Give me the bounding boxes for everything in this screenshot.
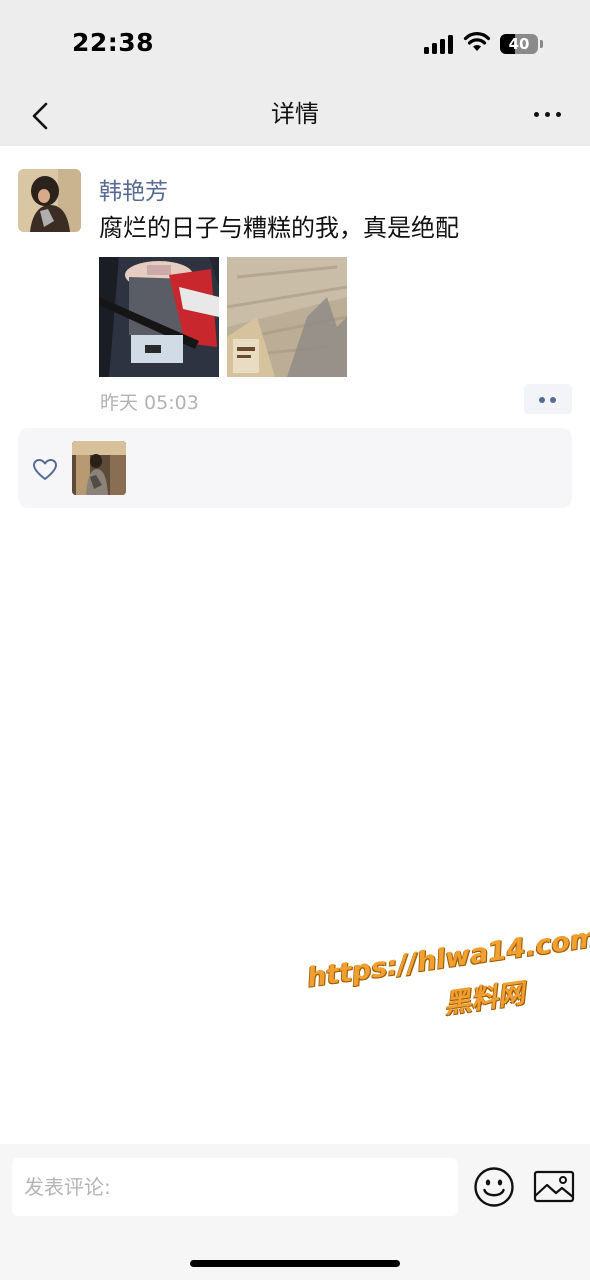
post-text: 腐烂的日子与糟糕的我，真是绝配 — [99, 214, 459, 242]
wifi-icon — [463, 32, 491, 51]
post-photo[interactable] — [99, 257, 219, 377]
post-photo[interactable] — [227, 257, 347, 377]
heart-outline-icon — [33, 459, 57, 480]
battery-percentage: 40 — [508, 35, 530, 53]
watermark: https://hlwa14.com 黑料网 — [304, 915, 590, 1044]
signal-icon — [424, 34, 454, 54]
action-dot — [550, 397, 556, 403]
watermark-name: 黑料网 — [442, 977, 527, 1020]
chevron-left-icon — [32, 102, 48, 130]
navigation-bar: 详情 — [0, 86, 590, 146]
watermark-url: https://hlwa14.com — [305, 922, 590, 994]
author-name[interactable]: 韩艳芳 — [99, 172, 168, 206]
more-dots-icon — [534, 112, 539, 117]
likes-panel — [18, 428, 572, 508]
image-icon — [533, 1170, 575, 1203]
status-bar: 22:38 40 — [0, 0, 590, 86]
smiley-icon — [474, 1167, 514, 1207]
comment-bar — [0, 1144, 590, 1280]
emoji-button[interactable] — [473, 1166, 515, 1208]
post-time: 昨天 05:03 — [100, 392, 199, 414]
more-button[interactable] — [528, 100, 568, 130]
page-title: 详情 — [271, 100, 319, 128]
status-time: 22:38 — [72, 28, 155, 57]
battery-cap — [540, 40, 543, 48]
more-dot — [556, 112, 561, 117]
comment-input[interactable] — [12, 1158, 458, 1216]
battery-icon: 40 — [500, 34, 538, 54]
author-avatar[interactable] — [18, 169, 81, 232]
more-dot — [545, 112, 550, 117]
post-action-button[interactable] — [524, 384, 572, 414]
liker-avatar[interactable] — [72, 441, 126, 495]
home-indicator[interactable] — [190, 1260, 400, 1267]
back-button[interactable] — [24, 98, 58, 134]
image-button[interactable] — [533, 1169, 575, 1205]
two-dots-icon — [539, 397, 545, 403]
